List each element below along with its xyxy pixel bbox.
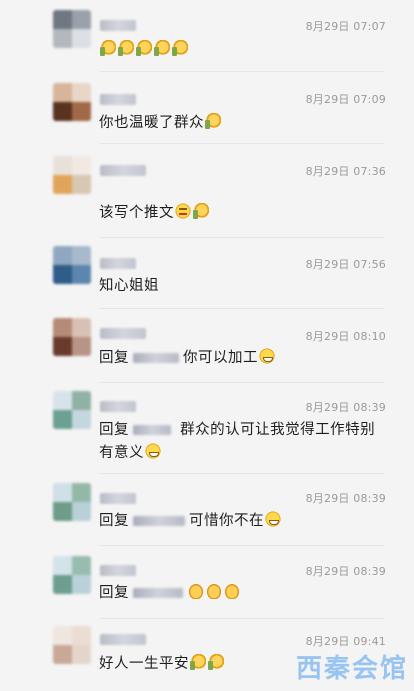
avatar[interactable] — [53, 246, 91, 284]
commenter-name — [100, 401, 136, 412]
comment-time: 8月29日 08:39 — [305, 565, 386, 578]
commenter-name — [100, 258, 136, 269]
reply-target-name[interactable] — [133, 588, 183, 598]
divider — [99, 545, 384, 546]
reply-target-name[interactable] — [133, 353, 179, 363]
grinning-face-icon — [265, 511, 281, 527]
avatar[interactable] — [53, 483, 91, 521]
winking-face-icon — [175, 203, 191, 219]
fist-bump-icon — [224, 583, 240, 599]
comment-text-content: 有意义 — [99, 445, 144, 461]
comment-text-content: 好人一生平安 — [99, 656, 189, 672]
thumbs-up-icon — [205, 113, 221, 129]
comment-text-content: 该写个推文 — [99, 205, 174, 221]
comment-list: 8月29日 07:07 8月29日 07:09 你也温暖了群众 8月29日 07… — [0, 0, 414, 691]
avatar[interactable] — [53, 156, 91, 194]
comment-time: 8月29日 08:39 — [305, 401, 386, 414]
divider — [99, 237, 384, 238]
divider — [99, 618, 384, 619]
commenter-name — [100, 328, 146, 339]
comment-text: 该写个推文 — [99, 202, 384, 225]
avatar[interactable] — [53, 626, 91, 664]
comment-time: 8月29日 08:10 — [305, 330, 386, 343]
divider — [99, 382, 384, 383]
thumbs-up-icon — [100, 40, 116, 56]
watermark: 西秦会馆 — [295, 654, 408, 684]
avatar[interactable] — [53, 10, 91, 48]
comment-text-content: 你也温暖了群众 — [99, 115, 204, 131]
avatar[interactable] — [53, 83, 91, 121]
comment-text-content: 你可以加工 — [183, 350, 258, 366]
grinning-face-icon — [259, 348, 275, 364]
avatar[interactable] — [53, 318, 91, 356]
fist-bump-icon — [206, 583, 222, 599]
thumbs-up-icon — [208, 654, 224, 670]
fist-bump-icon — [188, 583, 204, 599]
comment-text: 你也温暖了群众 — [99, 112, 384, 135]
divider — [99, 143, 384, 144]
commenter-name — [100, 634, 146, 645]
commenter-name — [100, 94, 136, 105]
comment-time: 8月29日 07:36 — [305, 165, 386, 178]
divider — [99, 308, 384, 309]
reply-prefix: 回复 — [99, 422, 129, 438]
avatar[interactable] — [53, 391, 91, 429]
thumbs-up-icon — [190, 654, 206, 670]
comment-text — [99, 39, 384, 62]
thumbs-up-icon — [172, 40, 188, 56]
comment-time: 8月29日 08:39 — [305, 492, 386, 505]
thumbs-up-icon — [118, 40, 134, 56]
reply-prefix: 回复 — [99, 513, 129, 529]
thumbs-up-icon — [193, 203, 209, 219]
reply-prefix: 回复 — [99, 585, 129, 601]
comment-time: 8月29日 07:09 — [305, 93, 386, 106]
commenter-name — [100, 165, 146, 176]
commenter-name — [100, 493, 136, 504]
comment-text-content: 可惜你不在 — [189, 513, 264, 529]
divider — [99, 71, 384, 72]
reply-target-name[interactable] — [133, 516, 185, 526]
reply-target-name[interactable] — [133, 425, 171, 435]
comment-time: 8月29日 07:56 — [305, 258, 386, 271]
divider — [99, 473, 384, 474]
commenter-name — [100, 565, 136, 576]
comment-text: 回复 — [99, 582, 384, 605]
comment-text-content: 群众的认可让我觉得工作特别 — [180, 422, 376, 438]
commenter-name — [100, 20, 136, 31]
grinning-face-icon — [145, 443, 161, 459]
thumbs-up-icon — [154, 40, 170, 56]
avatar[interactable] — [53, 556, 91, 594]
comment-text: 回复 可惜你不在 — [99, 510, 384, 533]
comment-text: 回复 你可以加工 — [99, 347, 384, 370]
reply-prefix: 回复 — [99, 350, 129, 366]
thumbs-up-icon — [136, 40, 152, 56]
comment-text: 回复 群众的认可让我觉得工作特别有意义 — [99, 419, 384, 465]
comment-time: 8月29日 09:41 — [305, 635, 386, 648]
comment-time: 8月29日 07:07 — [305, 20, 386, 33]
comment-text: 知心姐姐 — [99, 278, 159, 294]
